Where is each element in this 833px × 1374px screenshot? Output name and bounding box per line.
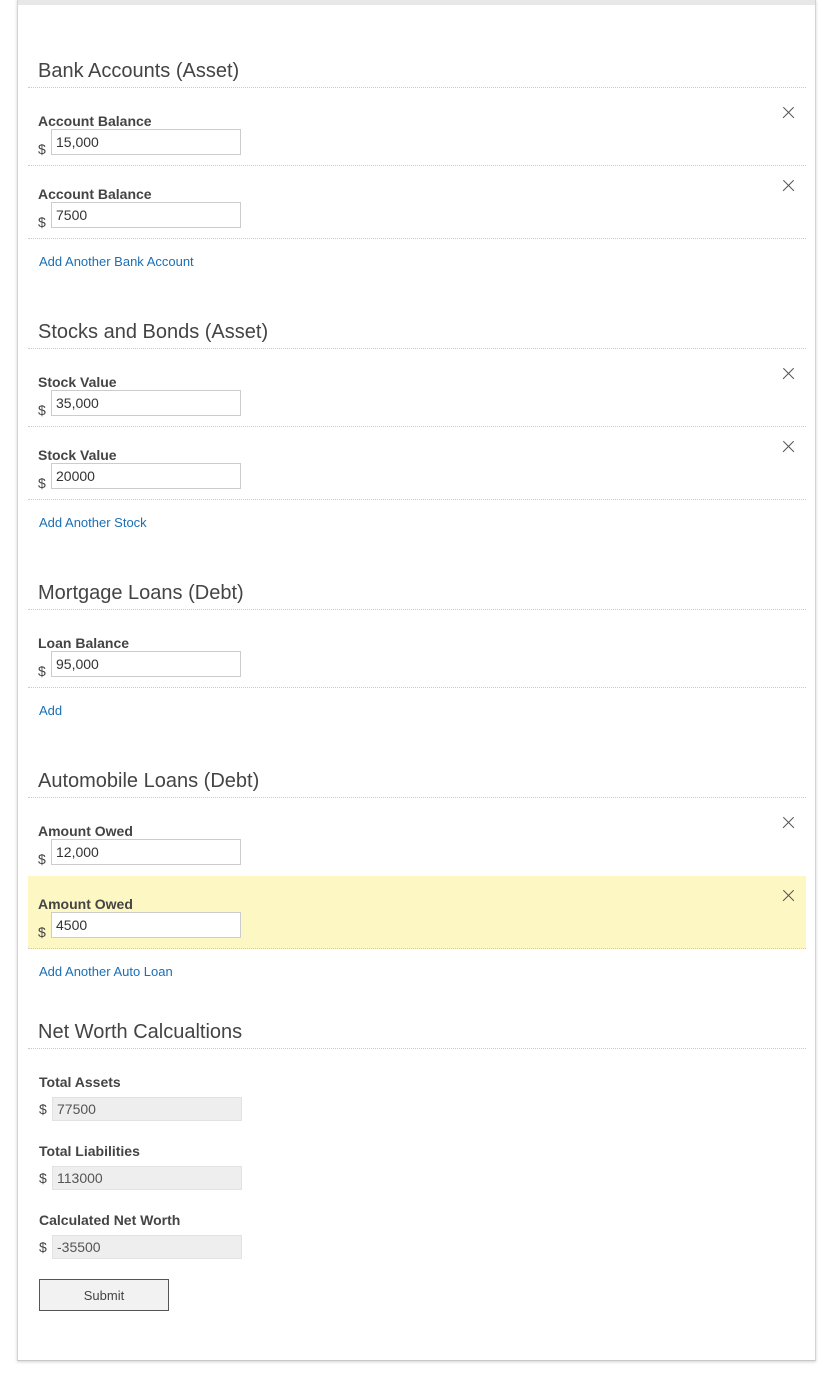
- account-balance-input[interactable]: [51, 202, 241, 228]
- currency-symbol: $: [38, 924, 46, 940]
- stock-row: Stock Value $: [28, 354, 806, 427]
- close-icon[interactable]: [780, 439, 796, 455]
- add-bank-account-link[interactable]: Add Another Bank Account: [39, 254, 194, 269]
- currency-symbol: $: [38, 475, 46, 491]
- section-divider: [28, 348, 806, 349]
- section-divider: [28, 87, 806, 88]
- stock-value-input[interactable]: [51, 463, 241, 489]
- net-worth-label: Calculated Net Worth: [39, 1212, 181, 1228]
- row-divider: [28, 948, 806, 949]
- submit-button[interactable]: Submit: [39, 1279, 169, 1311]
- loan-balance-label: Loan Balance: [38, 635, 130, 651]
- total-liabilities-field: [52, 1166, 242, 1190]
- bank-account-row: Account Balance $: [28, 93, 806, 166]
- top-bar: [18, 0, 815, 5]
- currency-symbol: $: [39, 1101, 47, 1117]
- currency-symbol: $: [39, 1239, 47, 1255]
- add-stock-link[interactable]: Add Another Stock: [39, 515, 147, 530]
- total-assets-field: [52, 1097, 242, 1121]
- section-title-automobile-loans: Automobile Loans (Debt): [38, 770, 260, 792]
- currency-symbol: $: [39, 1170, 47, 1186]
- close-icon[interactable]: [780, 815, 796, 831]
- auto-loan-row-highlighted: Amount Owed $: [28, 876, 806, 949]
- currency-symbol: $: [38, 663, 46, 679]
- amount-owed-input[interactable]: [51, 839, 241, 865]
- net-worth-form: Bank Accounts (Asset) Account Balance $ …: [17, 0, 816, 1361]
- total-assets-label: Total Assets: [39, 1074, 121, 1090]
- currency-symbol: $: [38, 214, 46, 230]
- row-divider: [28, 238, 806, 239]
- close-icon[interactable]: [780, 888, 796, 904]
- amount-owed-input[interactable]: [51, 912, 241, 938]
- account-balance-label: Account Balance: [38, 113, 152, 129]
- row-divider: [28, 687, 806, 688]
- section-divider: [28, 797, 806, 798]
- account-balance-input[interactable]: [51, 129, 241, 155]
- section-title-net-worth: Net Worth Calcualtions: [38, 1021, 243, 1043]
- stock-value-label: Stock Value: [38, 374, 117, 390]
- close-icon[interactable]: [780, 178, 796, 194]
- amount-owed-label: Amount Owed: [38, 823, 133, 839]
- row-divider: [28, 499, 806, 500]
- section-title-bank-accounts: Bank Accounts (Asset): [38, 60, 240, 82]
- close-icon[interactable]: [780, 366, 796, 382]
- add-mortgage-link[interactable]: Add: [39, 703, 62, 718]
- stock-value-input[interactable]: [51, 390, 241, 416]
- add-auto-loan-link[interactable]: Add Another Auto Loan: [39, 964, 173, 979]
- mortgage-loan-row: Loan Balance $: [28, 615, 806, 688]
- section-divider: [28, 609, 806, 610]
- account-balance-label: Account Balance: [38, 186, 152, 202]
- net-worth-field: [52, 1235, 242, 1259]
- amount-owed-label: Amount Owed: [38, 896, 133, 912]
- section-title-mortgage-loans: Mortgage Loans (Debt): [38, 582, 244, 604]
- stock-value-label: Stock Value: [38, 447, 117, 463]
- bank-account-row: Account Balance $: [28, 166, 806, 239]
- loan-balance-input[interactable]: [51, 651, 241, 677]
- currency-symbol: $: [38, 402, 46, 418]
- currency-symbol: $: [38, 851, 46, 867]
- section-divider: [28, 1048, 806, 1049]
- auto-loan-row: Amount Owed $: [28, 803, 806, 876]
- total-liabilities-label: Total Liabilities: [39, 1143, 140, 1159]
- stock-row: Stock Value $: [28, 427, 806, 500]
- currency-symbol: $: [38, 141, 46, 157]
- close-icon[interactable]: [780, 105, 796, 121]
- section-title-stocks-bonds: Stocks and Bonds (Asset): [38, 321, 269, 343]
